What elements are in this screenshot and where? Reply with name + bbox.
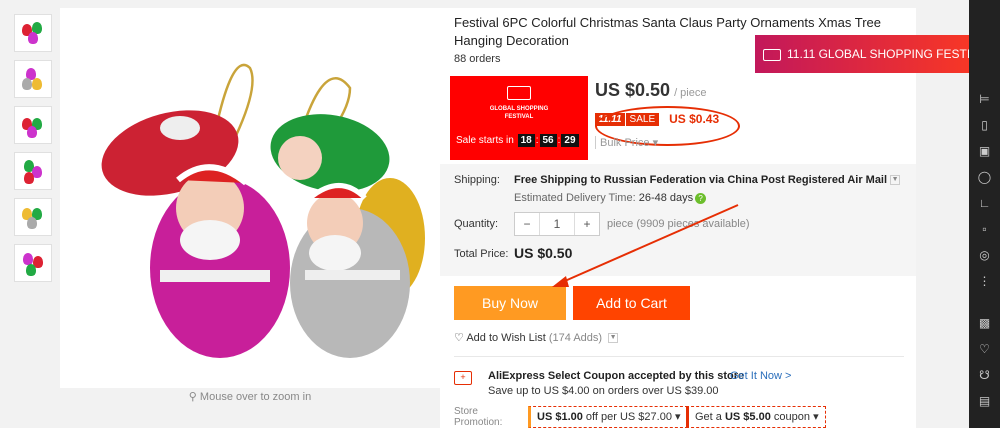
store-coupon-2-text: coupon bbox=[770, 411, 810, 423]
coupon-icon: + bbox=[454, 371, 472, 385]
price-unit: / piece bbox=[674, 87, 707, 99]
buy-now-button[interactable]: Buy Now bbox=[454, 286, 566, 320]
tag-sale: SALE bbox=[625, 112, 660, 126]
countdown-seconds: 29 bbox=[561, 134, 579, 147]
price: US $0.50/ piece bbox=[595, 80, 706, 101]
quantity-input[interactable]: 1 bbox=[539, 213, 575, 235]
estimated-delivery: Estimated Delivery Time: 26-48 days? bbox=[514, 192, 707, 204]
heel-icon[interactable]: ∟ bbox=[977, 196, 992, 211]
store-coupon-1-text: off per US $27.00 bbox=[582, 411, 672, 423]
store-promotion-label-2: Promotion: bbox=[454, 417, 503, 428]
sale-price: US $0.43 bbox=[669, 112, 720, 126]
chevron-down-icon: ▾ bbox=[652, 137, 659, 149]
countdown-minutes: 56 bbox=[539, 134, 557, 147]
festival-banner-text: 11.11 GLOBAL SHOPPING FESTIVAL bbox=[787, 47, 992, 61]
est-delivery-value: 26-48 days bbox=[638, 192, 694, 204]
watch-icon[interactable]: ◯ bbox=[977, 170, 992, 185]
add-to-wishlist[interactable]: ♡ Add to Wish List (174 Adds) ▼ bbox=[454, 331, 619, 344]
bottle-icon[interactable]: ▫ bbox=[977, 222, 992, 237]
select-coupon-title: AliExpress Select Coupon accepted by thi… bbox=[488, 370, 745, 382]
main-product-image[interactable] bbox=[60, 8, 440, 388]
zoom-hint: ⚲ Mouse over to zoom in bbox=[60, 390, 440, 403]
thumbnail-list bbox=[14, 14, 52, 290]
tag-1111: 11.11 bbox=[595, 112, 625, 126]
store-coupon-1[interactable]: US $1.00 off per US $27.00 ▾ bbox=[528, 406, 688, 428]
festival-logo: GLOBAL SHOPPING FESTIVAL bbox=[450, 86, 588, 121]
countdown-hours: 18 bbox=[517, 134, 535, 147]
decrement-button[interactable]: − bbox=[515, 217, 539, 231]
heart-icon: ♡ bbox=[454, 332, 464, 344]
chevron-down-icon: ▾ bbox=[813, 411, 819, 423]
store-coupon-2-prefix: Get a bbox=[695, 411, 725, 423]
sale-countdown: Sale starts in 18:56:29 bbox=[456, 134, 580, 147]
chevron-down-icon[interactable]: ▼ bbox=[890, 175, 901, 186]
category-sidebar: ⊨ ▯ ▣ ◯ ∟ ▫ ◎ ⋮ ▩ ♡ ☋ ▤ bbox=[969, 0, 1000, 428]
store-promotion-label: Store Promotion: bbox=[454, 406, 502, 428]
shipping-label: Shipping: bbox=[454, 174, 500, 186]
zoom-hint-text: Mouse over to zoom in bbox=[199, 391, 312, 403]
thumbnail[interactable] bbox=[14, 152, 52, 190]
festival-promo-box: GLOBAL SHOPPING FESTIVAL Sale starts in … bbox=[450, 76, 588, 160]
total-price-value: US $0.50 bbox=[514, 245, 573, 261]
price-value: US $0.50 bbox=[595, 80, 671, 100]
select-coupon-subtitle: Save up to US $4.00 on orders over US $3… bbox=[488, 385, 719, 397]
shirt-icon[interactable]: ⊨ bbox=[977, 92, 992, 107]
thumbnail[interactable] bbox=[14, 198, 52, 236]
festival-logo-icon bbox=[507, 86, 531, 100]
bulb-icon[interactable]: ◎ bbox=[977, 248, 992, 263]
coupon-icon[interactable]: ▩ bbox=[977, 316, 992, 331]
clipboard-icon[interactable]: ▤ bbox=[977, 394, 992, 409]
festival-logo-icon bbox=[763, 48, 781, 61]
chevron-down-icon: ▾ bbox=[675, 411, 681, 423]
thumbnail[interactable] bbox=[14, 106, 52, 144]
thumbnail[interactable] bbox=[14, 14, 52, 52]
festival-banner[interactable]: 11.11 GLOBAL SHOPPING FESTIVAL bbox=[755, 35, 1000, 73]
festival-logo-line2: FESTIVAL bbox=[504, 114, 534, 120]
quantity-label: Quantity: bbox=[454, 218, 499, 230]
add-to-cart-button[interactable]: Add to Cart bbox=[573, 286, 690, 320]
orders-count[interactable]: 88 orders bbox=[454, 53, 500, 65]
santa-ornaments-image bbox=[101, 63, 425, 358]
heart-icon[interactable]: ♡ bbox=[977, 342, 992, 357]
wishlist-count: (174 Adds) bbox=[548, 332, 603, 344]
phone-icon[interactable]: ▯ bbox=[977, 118, 992, 133]
increment-button[interactable]: + bbox=[575, 217, 599, 231]
total-price-label: Total Price: bbox=[454, 248, 509, 260]
cart-icon[interactable]: ☋ bbox=[977, 368, 992, 383]
get-it-now-link[interactable]: Get It Now > bbox=[730, 370, 791, 382]
store-coupon-2-amount: US $5.00 bbox=[724, 411, 771, 423]
search-icon: ⚲ bbox=[188, 391, 197, 403]
quantity-stepper: − 1 + bbox=[514, 212, 600, 236]
bulk-price-toggle[interactable]: Bulk Price ▾ bbox=[595, 136, 658, 149]
shipping-text: Free Shipping to Russian Federation via … bbox=[514, 174, 888, 186]
quantity-available: piece (9909 pieces available) bbox=[607, 218, 750, 230]
shipping-method[interactable]: Free Shipping to Russian Federation via … bbox=[514, 174, 901, 186]
thumbnail[interactable] bbox=[14, 244, 52, 282]
est-delivery-label: Estimated Delivery Time: bbox=[514, 192, 636, 204]
more-icon[interactable]: ⋮ bbox=[977, 274, 992, 289]
sale-starts-label: Sale starts in bbox=[456, 135, 514, 146]
festival-logo-line1: GLOBAL SHOPPING bbox=[489, 106, 549, 112]
chevron-down-icon[interactable]: ▼ bbox=[608, 333, 619, 344]
help-icon[interactable]: ? bbox=[695, 193, 707, 204]
store-coupon-2[interactable]: Get a US $5.00 coupon ▾ bbox=[686, 406, 826, 428]
store-coupon-1-amount: US $1.00 bbox=[537, 411, 583, 423]
store-promotion-label-1: Store bbox=[454, 406, 478, 417]
bulk-price-label: Bulk Price bbox=[600, 137, 650, 149]
thumbnail[interactable] bbox=[14, 60, 52, 98]
divider bbox=[454, 356, 904, 357]
camera-icon[interactable]: ▣ bbox=[977, 144, 992, 159]
wishlist-label: Add to Wish List bbox=[466, 332, 546, 344]
sale-price-row: 11.11 SALE US $0.43 bbox=[595, 112, 719, 126]
